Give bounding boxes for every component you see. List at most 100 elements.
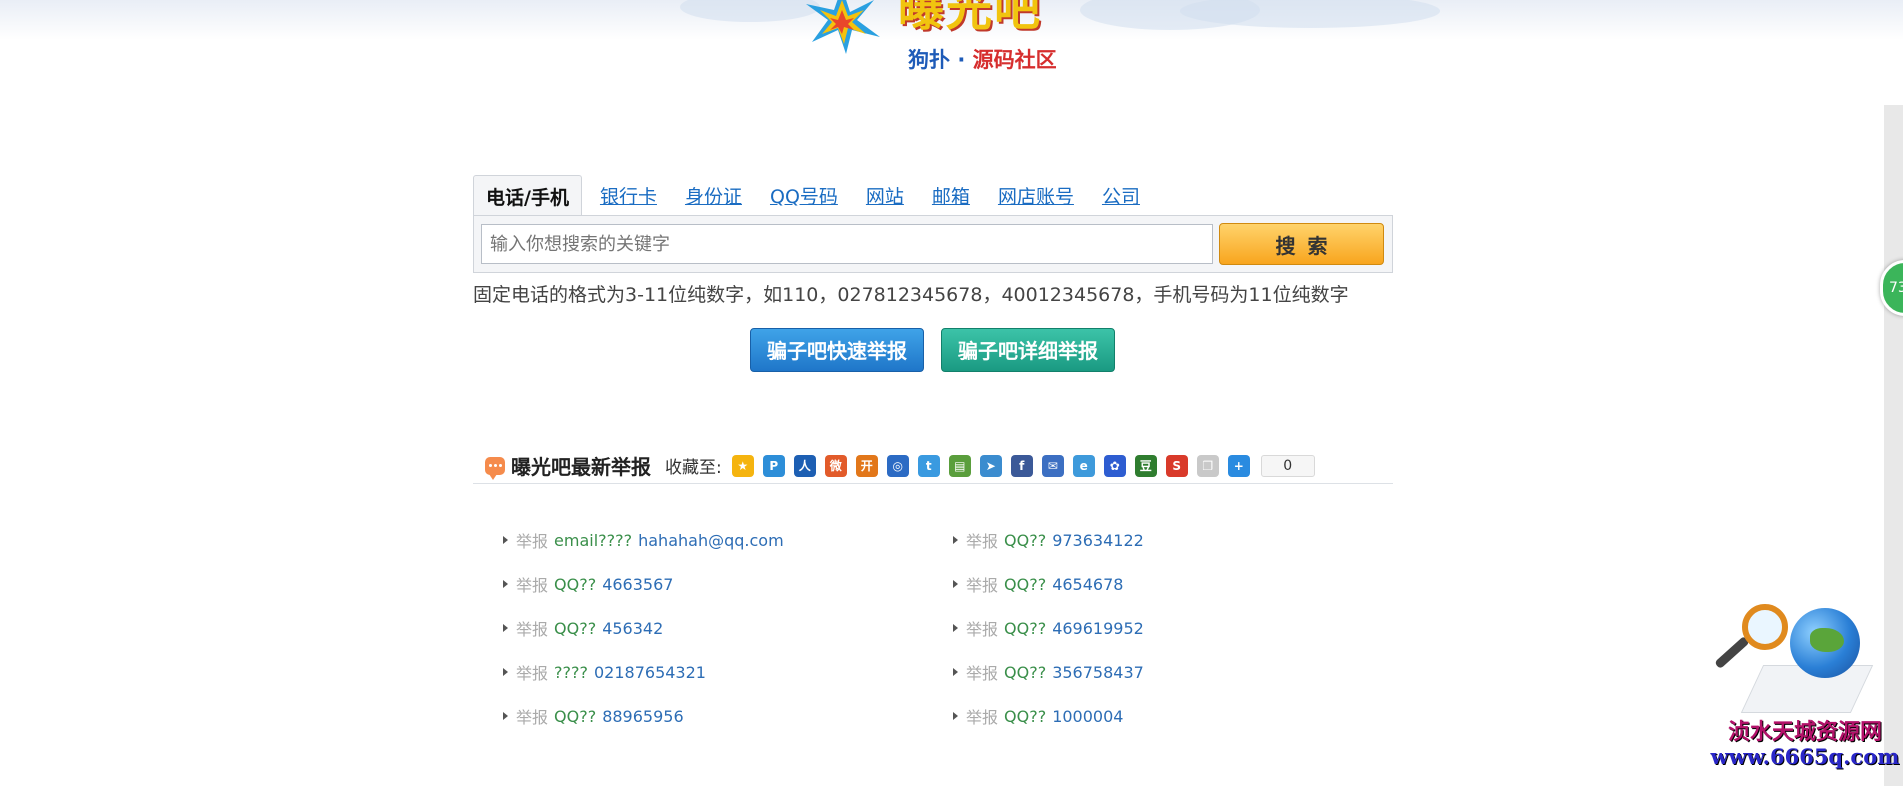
bullet-triangle-icon: [503, 580, 508, 588]
collect-label: 收藏至:: [665, 458, 722, 478]
report-type: QQ??: [1004, 706, 1047, 726]
search-area: 电话/手机 银行卡 身份证 QQ号码 网站 邮箱 网店账号 公司 搜索: [473, 175, 1393, 273]
report-value[interactable]: 1000004: [1052, 707, 1123, 726]
report-item[interactable]: 举报 QQ?? 4654678: [953, 562, 1373, 606]
report-tag: 举报: [966, 620, 999, 639]
report-item[interactable]: 举报 email???? hahahah@qq.com: [503, 518, 923, 562]
bullet-triangle-icon: [953, 668, 958, 676]
more-plus-icon[interactable]: +: [1227, 454, 1250, 477]
magnifier-handle: [1714, 635, 1750, 670]
report-value[interactable]: 4663567: [602, 575, 673, 594]
report-item[interactable]: 举报 QQ?? 456342: [503, 606, 923, 650]
report-tag: 举报: [966, 664, 999, 683]
report-value[interactable]: 02187654321: [594, 663, 706, 682]
search-tabs: 电话/手机 银行卡 身份证 QQ号码 网站 邮箱 网店账号 公司: [473, 175, 1393, 215]
report-value[interactable]: 88965956: [602, 707, 683, 726]
facebook-icon[interactable]: f: [1010, 454, 1033, 477]
report-value[interactable]: hahahah@qq.com: [638, 531, 784, 550]
twitter-icon[interactable]: t: [917, 454, 940, 477]
report-tag: 举报: [516, 664, 549, 683]
quick-report-button[interactable]: 骗子吧快速举报: [750, 328, 924, 372]
report-value[interactable]: 469619952: [1052, 619, 1144, 638]
bullet-triangle-icon: [503, 536, 508, 544]
report-tag: 举报: [516, 532, 549, 551]
report-item[interactable]: 举报 QQ?? 88965956: [503, 694, 923, 738]
report-tag: 举报: [966, 576, 999, 595]
site-logo[interactable]: 曝光吧 狗扑 · 源码社区: [798, 0, 1068, 80]
ie-icon[interactable]: e: [1072, 454, 1095, 477]
bullet-triangle-icon: [953, 536, 958, 544]
report-item[interactable]: 举报 QQ?? 973634122: [953, 518, 1373, 562]
report-column-left: 举报 email???? hahahah@qq.com 举报 QQ?? 4663567 举报…: [503, 518, 923, 738]
latest-reports-title: 曝光吧最新举报: [511, 455, 651, 479]
page: 曝光吧 狗扑 · 源码社区 电话/手机 银行卡 身份证 QQ号码 网站 邮箱 网…: [0, 0, 1903, 786]
kaixin-icon[interactable]: 开: [855, 454, 878, 477]
report-tag: 举报: [516, 708, 549, 727]
douban-note-icon[interactable]: ▤: [948, 454, 971, 477]
tab-email[interactable]: 邮箱: [932, 182, 970, 215]
report-item[interactable]: 举报 QQ?? 4663567: [503, 562, 923, 606]
starburst-icon: [806, 0, 880, 54]
copy-icon[interactable]: ❐: [1196, 454, 1219, 477]
report-type: QQ??: [554, 618, 597, 638]
magnifier-icon: [1742, 604, 1788, 650]
report-value[interactable]: 356758437: [1052, 663, 1144, 682]
watermark-url: www.6665q.com: [1710, 744, 1900, 770]
msn-icon[interactable]: ✉: [1041, 454, 1064, 477]
tab-qq[interactable]: QQ号码: [770, 182, 838, 215]
tab-company[interactable]: 公司: [1102, 182, 1140, 215]
bullet-triangle-icon: [503, 624, 508, 632]
report-item[interactable]: 举报 QQ?? 356758437: [953, 650, 1373, 694]
watermark: 浈水天城资源网 www.6665q.com: [1710, 720, 1900, 769]
pengyou-icon[interactable]: P: [762, 454, 785, 477]
report-item[interactable]: 举报???? 02187654321: [503, 650, 923, 694]
report-type: QQ??: [554, 574, 597, 594]
bullet-triangle-icon: [503, 712, 508, 720]
report-value[interactable]: 973634122: [1052, 531, 1144, 550]
tab-shop-account[interactable]: 网店账号: [998, 182, 1074, 215]
logo-main-text: 曝光吧: [898, 0, 1042, 36]
report-type: email????: [554, 530, 633, 550]
tab-phone[interactable]: 电话/手机: [473, 175, 582, 215]
bullet-triangle-icon: [953, 580, 958, 588]
report-item[interactable]: 举报 QQ?? 469619952: [953, 606, 1373, 650]
report-tag: 举报: [516, 576, 549, 595]
report-type: ????: [554, 662, 588, 682]
renren-icon[interactable]: 人: [793, 454, 816, 477]
logo-sub-red: 源码社区: [972, 48, 1057, 72]
report-type: QQ??: [1004, 574, 1047, 594]
baidu-icon[interactable]: ✿: [1103, 454, 1126, 477]
latest-reports-header: 曝光吧最新举报 收藏至: ★ P 人微开 ◎ t ▤ ➤ f ✉ e ✿ 豆 S ❐ + 0: [473, 448, 1393, 484]
globe-land-shape: [1810, 628, 1844, 652]
report-value[interactable]: 456342: [602, 619, 663, 638]
douban-icon[interactable]: 豆: [1134, 454, 1157, 477]
bullet-triangle-icon: [953, 712, 958, 720]
weibo-icon[interactable]: 微: [824, 454, 847, 477]
logo-sub-separator: ·: [957, 48, 966, 72]
speech-bubble-icon: [485, 456, 505, 480]
report-type: QQ??: [1004, 618, 1047, 638]
report-tag: 举报: [516, 620, 549, 639]
report-item[interactable]: 举报 QQ?? 1000004: [953, 694, 1373, 738]
tab-bank-card[interactable]: 银行卡: [600, 182, 657, 215]
bullet-triangle-icon: [503, 668, 508, 676]
qzone-icon[interactable]: ★: [731, 454, 754, 477]
report-value[interactable]: 4654678: [1052, 575, 1123, 594]
tab-id-card[interactable]: 身份证: [685, 182, 742, 215]
share-arrow-icon[interactable]: ➤: [979, 454, 1002, 477]
sohu-icon[interactable]: ◎: [886, 454, 909, 477]
watermark-name: 浈水天城资源网: [1727, 719, 1882, 745]
search-input[interactable]: [481, 224, 1213, 264]
vertical-scrollbar[interactable]: [1884, 105, 1903, 786]
search-button[interactable]: 搜索: [1219, 223, 1384, 265]
bullet-triangle-icon: [953, 624, 958, 632]
share-count: 0: [1260, 454, 1315, 477]
share-icons: ★ P 人微开 ◎ t ▤ ➤ f ✉ e ✿ 豆 S ❐ +: [731, 454, 1259, 477]
latest-reports-section: 曝光吧最新举报 收藏至: ★ P 人微开 ◎ t ▤ ➤ f ✉ e ✿ 豆 S ❐ + 0 举报 email…: [473, 448, 1393, 727]
search-box: 搜索: [473, 215, 1393, 273]
detail-report-button[interactable]: 骗子吧详细举报: [941, 328, 1115, 372]
sina-icon[interactable]: S: [1165, 454, 1188, 477]
tab-website[interactable]: 网站: [866, 182, 904, 215]
report-type: QQ??: [1004, 662, 1047, 682]
logo-sub-blue: 狗扑: [908, 48, 950, 72]
